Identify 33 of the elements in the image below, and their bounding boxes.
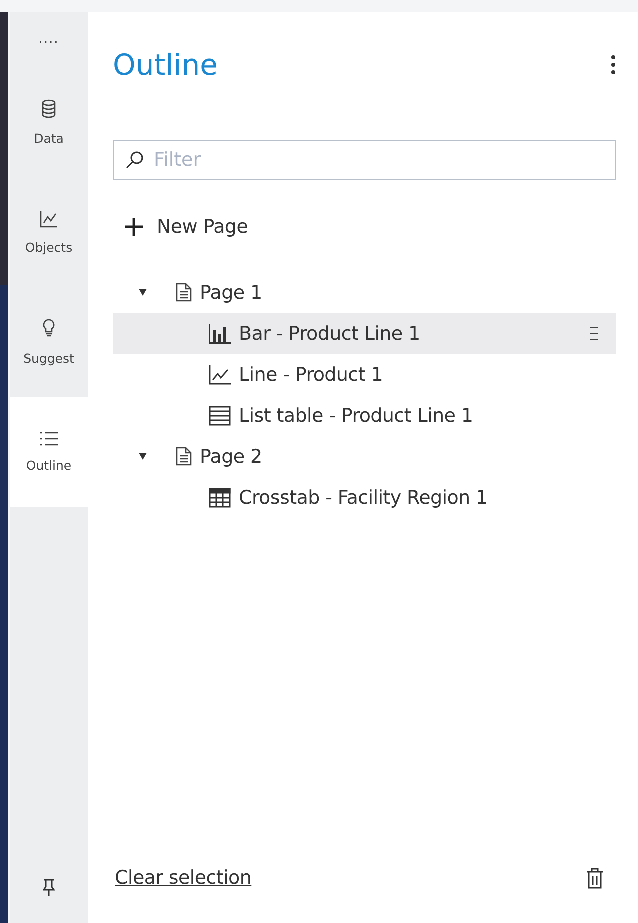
clear-selection-link[interactable]: Clear selection — [115, 867, 252, 889]
new-page-button[interactable]: New Page — [113, 216, 248, 238]
line-chart-icon — [40, 210, 58, 228]
filter-field[interactable]: Filter — [113, 140, 616, 180]
sidebar-tab[interactable]: Suggest — [10, 287, 88, 397]
sidebar-tab[interactable]: Data — [10, 67, 88, 177]
tree-item[interactable]: Crosstab - Facility Region 1 — [113, 477, 616, 518]
sidebar-tab[interactable]: Outline — [10, 397, 88, 507]
page-icon — [176, 447, 192, 466]
search-icon — [126, 151, 144, 169]
trash-icon[interactable] — [586, 867, 604, 889]
database-icon — [41, 98, 57, 118]
drag-handle-icon[interactable] — [590, 327, 598, 341]
more-button[interactable]: .... — [10, 12, 88, 67]
crosstab-icon — [209, 488, 231, 508]
tree-item[interactable]: Page 1 — [113, 272, 616, 313]
caret-down-icon[interactable] — [138, 289, 148, 296]
pin-icon[interactable] — [43, 879, 55, 897]
more-options-icon[interactable] — [611, 55, 616, 75]
sidebar-tab[interactable]: Objects — [10, 177, 88, 287]
tree-item[interactable]: Page 2 — [113, 436, 616, 477]
page-icon — [176, 283, 192, 302]
bar-chart-icon — [209, 324, 231, 344]
plus-icon — [125, 218, 143, 236]
tree-item[interactable]: Line - Product 1 — [113, 354, 616, 395]
list-icon — [39, 432, 59, 446]
lightbulb-icon — [43, 318, 55, 338]
line-chart-icon — [209, 364, 231, 384]
table-icon — [209, 406, 231, 426]
tree-item[interactable]: List table - Product Line 1 — [113, 395, 616, 436]
tree-item[interactable]: Bar - Product Line 1 — [113, 313, 616, 354]
panel-title: Outline — [113, 48, 218, 82]
caret-down-icon[interactable] — [138, 453, 148, 460]
